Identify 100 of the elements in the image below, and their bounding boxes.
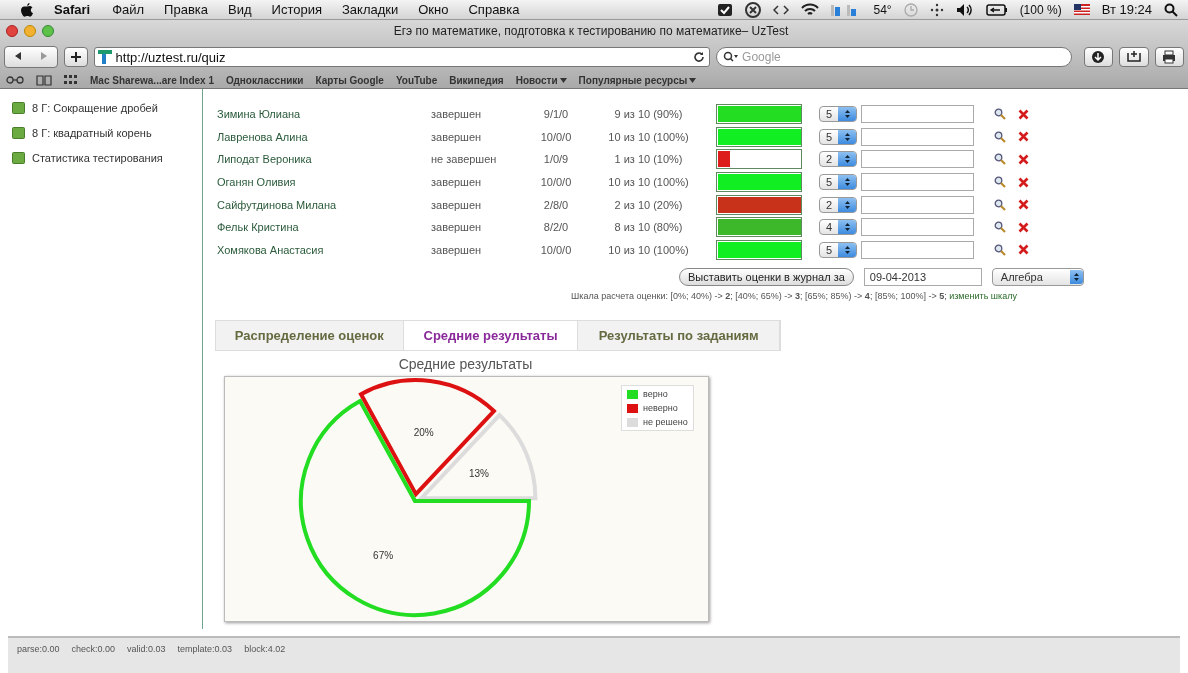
subject-select[interactable]: Алгебра [991, 268, 1084, 287]
sidebar-link[interactable]: 8 Г: Сокращение дробей [32, 101, 158, 114]
up-down-arrows-icon [843, 244, 851, 255]
change-scale-link[interactable]: изменить шкалу [949, 291, 1017, 302]
print-button[interactable] [1154, 47, 1184, 67]
delete-icon[interactable] [1018, 199, 1029, 211]
delete-icon[interactable] [1018, 108, 1029, 120]
speaker-icon[interactable] [955, 2, 974, 17]
code-icon[interactable] [773, 3, 790, 16]
grade-select[interactable]: 5 [819, 128, 857, 145]
window-control-icon[interactable] [6, 25, 18, 37]
answers-text: 10/0/0 [539, 176, 573, 189]
grade-select[interactable]: 5 [819, 106, 857, 123]
magnifier-icon[interactable] [994, 221, 1006, 234]
magnifier-icon[interactable] [994, 176, 1006, 189]
answers-text: 8/2/0 [542, 221, 570, 234]
magnifier-icon[interactable] [994, 198, 1006, 211]
delete-icon[interactable] [1018, 176, 1029, 188]
student-name: Лавренова Алина [216, 130, 309, 143]
reading-glasses-icon[interactable] [6, 75, 24, 85]
bookmark-item[interactable]: Википедия [449, 74, 504, 86]
menu-item[interactable]: Safari [54, 2, 91, 17]
menu-item[interactable]: Окно [418, 2, 449, 17]
square-icon [12, 151, 25, 164]
sidebar-link[interactable]: 8 Г: квадратный корень [32, 126, 152, 139]
sidebar-link[interactable]: Статистика тестирования [32, 151, 163, 164]
comment-field[interactable] [861, 105, 974, 124]
battery-text: (100 %) [1019, 2, 1062, 17]
menu-item[interactable]: Закладки [342, 2, 399, 17]
grade-select[interactable]: 4 [819, 219, 857, 236]
grade-select[interactable]: 2 [819, 196, 857, 213]
site-logo-icon [96, 49, 113, 65]
up-down-arrows-icon [843, 199, 851, 210]
student-name: Сайфутдинова Милана [216, 198, 338, 211]
cross-circle-icon[interactable] [745, 1, 762, 18]
add-bookmark-button[interactable] [64, 47, 88, 67]
delete-icon[interactable] [1018, 221, 1029, 233]
journal-button[interactable]: Выставить оценки в журнал за [679, 268, 854, 287]
date-field[interactable]: 09-04-2013 [863, 268, 982, 287]
back-forward-buttons[interactable] [4, 46, 58, 68]
menu-item[interactable]: История [271, 2, 322, 17]
menu-item[interactable]: Вид [228, 2, 252, 17]
wifi-icon[interactable] [801, 2, 820, 17]
address-field[interactable]: http://uztest.ru/quiz [93, 47, 711, 67]
apple-icon[interactable] [20, 1, 34, 18]
download-icon [1090, 49, 1107, 65]
timing-text: template:0.03 [177, 644, 233, 656]
slice-value-label: 13% [469, 468, 489, 480]
timing-text: block:4.02 [244, 644, 286, 656]
legend-label: неверно [643, 403, 678, 414]
dropdown-caret-icon [559, 77, 567, 83]
bookmark-item[interactable]: Mac Sharewa...are Index 1 [90, 74, 214, 86]
comment-field[interactable] [861, 195, 974, 214]
grid-icon[interactable] [64, 75, 78, 85]
clock-text[interactable]: Вт 19:24 [1101, 2, 1152, 17]
score-text: 10 из 10 (100%) [607, 243, 690, 256]
download-button[interactable] [1083, 47, 1114, 67]
grade-select[interactable]: 5 [819, 241, 857, 258]
menu-item[interactable]: Файл [112, 2, 145, 17]
legend-label: не решено [643, 417, 688, 428]
bookmark-item[interactable]: Новости [515, 74, 567, 86]
book-icon[interactable] [36, 74, 52, 86]
magnifier-icon[interactable] [994, 130, 1006, 143]
delete-icon[interactable] [1018, 244, 1029, 256]
magnifier-icon[interactable] [994, 243, 1006, 256]
battery-icon[interactable] [985, 3, 1008, 16]
menu-item[interactable]: Справка [468, 2, 520, 17]
dots-icon[interactable] [929, 2, 944, 17]
comment-field[interactable] [861, 218, 974, 237]
answers-text: 2/8/0 [542, 198, 570, 211]
tab[interactable]: Распределение оценок [216, 321, 404, 351]
bookmark-item[interactable]: Одноклассники [225, 74, 304, 86]
flag-icon[interactable] [1073, 4, 1090, 15]
grade-select[interactable]: 5 [819, 174, 857, 191]
magnifier-icon[interactable] [994, 108, 1006, 121]
bookmark-item[interactable]: YouTube [395, 74, 438, 86]
score-text: 8 из 10 (80%) [613, 221, 684, 234]
comment-field[interactable] [861, 240, 974, 259]
bookmark-item[interactable]: Карты Google [315, 74, 384, 86]
comment-field[interactable] [861, 173, 974, 192]
check-icon[interactable] [717, 1, 734, 18]
status-text: не завершен [431, 153, 498, 166]
slice-value-label: 67% [373, 550, 394, 562]
answers-text: 10/0/0 [539, 243, 573, 256]
delete-icon[interactable] [1018, 154, 1029, 165]
magnifier-icon[interactable] [994, 153, 1006, 166]
comment-field[interactable] [861, 150, 974, 169]
reload-icon[interactable] [693, 51, 706, 63]
answers-text: 1/0/9 [542, 153, 570, 166]
score-text: 1 из 10 (10%) [613, 153, 684, 166]
comment-field[interactable] [861, 127, 974, 146]
tab[interactable]: Результаты по заданиям [578, 321, 780, 351]
add-to-list-button[interactable] [1119, 47, 1149, 67]
search-icon[interactable] [1164, 2, 1178, 17]
timing-text: valid:0.03 [127, 644, 166, 656]
bookmark-item[interactable]: Популярные ресурсы [578, 74, 697, 86]
grade-select[interactable]: 2 [819, 151, 857, 168]
menu-item[interactable]: Правка [164, 2, 209, 17]
delete-icon[interactable] [1018, 131, 1029, 143]
window-control-icon[interactable] [42, 25, 54, 37]
